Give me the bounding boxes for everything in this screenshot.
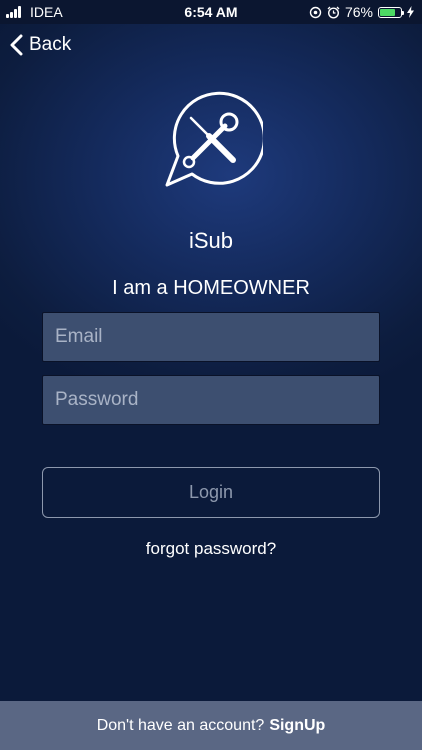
charging-bolt-icon: [407, 6, 414, 18]
battery-level: [380, 8, 396, 16]
battery-percentage: 76%: [344, 4, 373, 20]
tools-chat-bubble-icon: [165, 91, 263, 187]
alarm-icon: [327, 6, 340, 19]
email-input[interactable]: [42, 312, 380, 362]
signup-link[interactable]: SignUp: [269, 717, 325, 735]
login-button[interactable]: Login: [42, 467, 380, 518]
status-bar: IDEA 6:54 AM 76%: [0, 0, 422, 24]
password-input[interactable]: [42, 375, 380, 425]
location-icon: [309, 6, 322, 18]
status-indicators: 76%: [309, 3, 414, 21]
battery-icon: [378, 6, 404, 18]
signup-prompt: Don't have an account?: [96, 716, 265, 734]
chevron-left-icon: [10, 34, 23, 56]
back-label: Back: [29, 34, 72, 55]
back-button[interactable]: Back: [10, 34, 71, 56]
role-title: I am a HOMEOWNER: [112, 277, 310, 299]
app-name: iSub: [188, 228, 234, 253]
forgot-password-link[interactable]: forgot password?: [0, 539, 422, 559]
signup-footer: Don't have an account? SignUp: [0, 701, 422, 750]
